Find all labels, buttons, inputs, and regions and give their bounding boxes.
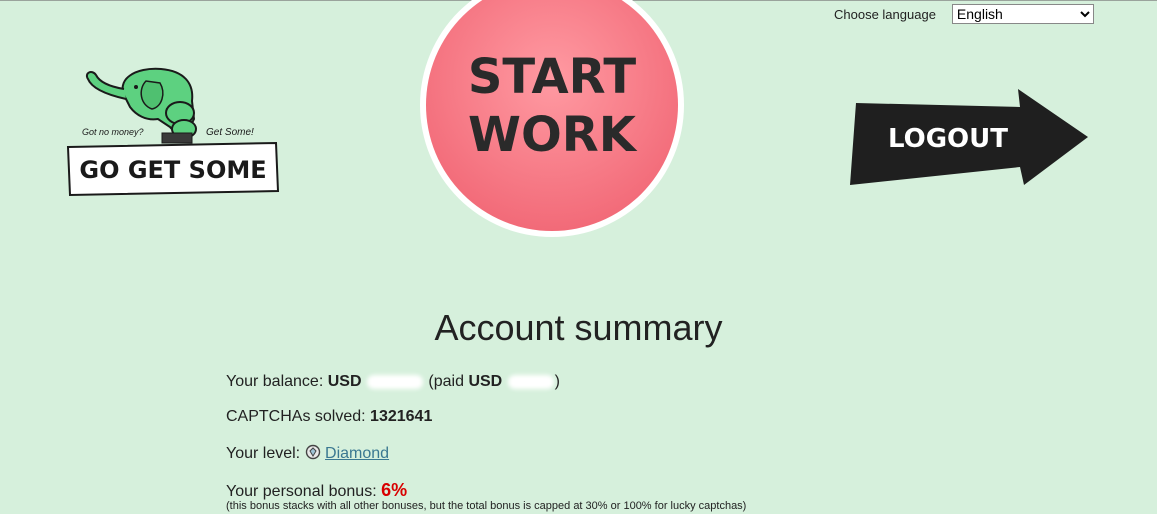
start-work-line1: START <box>468 49 637 105</box>
page-title: Account summary <box>434 307 723 348</box>
bonus-value: 6% <box>381 480 408 500</box>
bonus-note: (this bonus stacks with all other bonuse… <box>226 500 747 512</box>
logo-tagline-left: Got no money? <box>82 127 144 137</box>
balance-redacted <box>366 374 423 389</box>
logo-tagline-right: Get Some! <box>206 127 254 138</box>
balance-row: Your balance: USD (paid USD ) <box>226 373 560 391</box>
level-row: Your level: Diamond <box>226 444 389 463</box>
balance-label: Your balance: <box>226 373 328 390</box>
paid-label: (paid <box>428 373 469 390</box>
level-label: Your level: <box>226 445 305 462</box>
bonus-row: Your personal bonus: 6% <box>226 480 407 501</box>
paid-close: ) <box>554 373 560 390</box>
paid-redacted <box>507 374 554 389</box>
paid-currency: USD <box>468 373 503 390</box>
balance-currency: USD <box>327 373 362 390</box>
language-chooser: Choose language English <box>834 4 1094 24</box>
diamond-badge-icon <box>305 444 320 460</box>
captchas-label: CAPTCHAs solved: <box>226 408 371 425</box>
bonus-label: Your personal bonus: <box>226 483 382 500</box>
level-link[interactable]: Diamond <box>325 445 389 462</box>
start-work-button[interactable]: START WORK <box>418 0 686 239</box>
captchas-row: CAPTCHAs solved: 1321641 <box>226 408 432 426</box>
language-label: Choose language <box>834 6 936 22</box>
logo-brand-text: GO GET SOME <box>79 156 266 184</box>
logout-label: LOGOUT <box>888 124 1008 154</box>
captchas-value: 1321641 <box>370 408 433 425</box>
logout-button[interactable]: LOGOUT <box>848 87 1092 191</box>
start-work-line2: WORK <box>468 107 638 163</box>
language-select[interactable]: English <box>951 4 1094 24</box>
go-get-some-logo[interactable]: Got no money? Get Some! GO GET SOME <box>66 49 280 199</box>
